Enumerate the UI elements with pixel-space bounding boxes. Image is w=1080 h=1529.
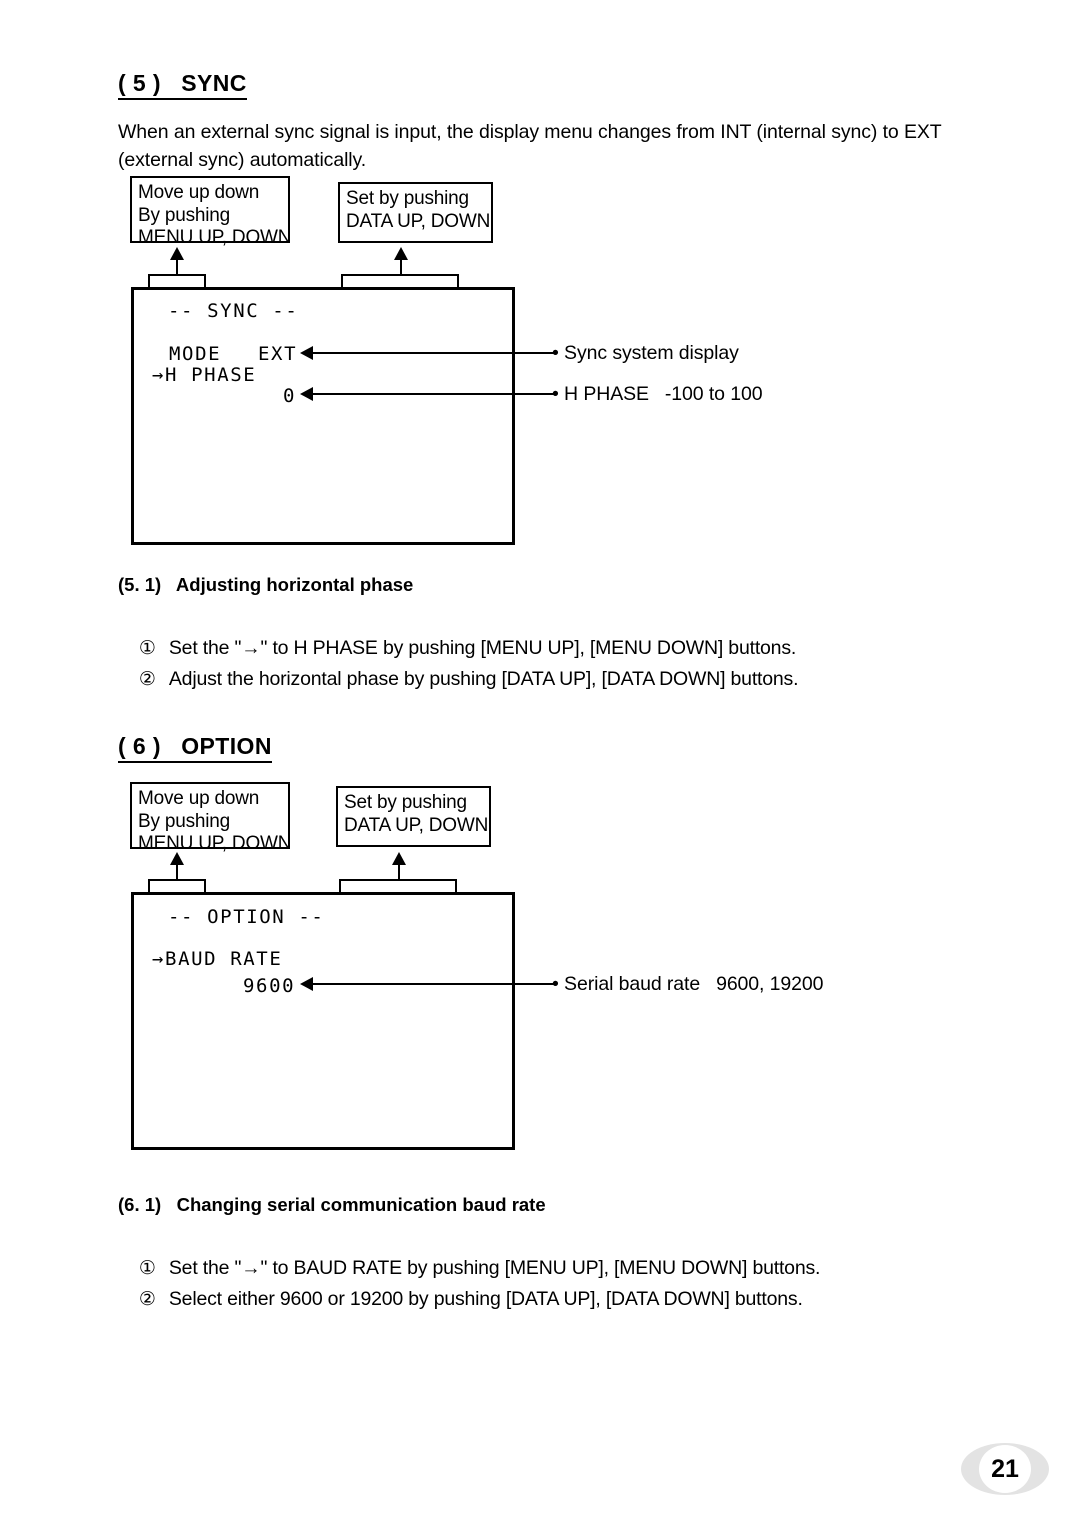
step-text: Adjust the horizontal phase by pushing [… [168,668,799,690]
annotation-sync-system-display: • Sync system display [552,342,739,364]
annotation-serial-baud-rate: • Serial baud rate 9600, 19200 [552,973,824,995]
osd-baud-rate-value: 9600 [243,975,296,997]
osd-h-phase-value: 0 [283,385,297,407]
connector-line [148,274,206,277]
step-option-2: ② Select either 9600 or 19200 by pushing … [118,1265,803,1334]
sub-heading-adjusting-horizontal-phase: (5. 1) Adjusting horizontal phase [118,574,414,595]
step-sync-2: ② Adjust the horizontal phase by pushing … [118,645,799,714]
section-heading-option: ( 6 ) OPTION [118,735,272,763]
osd-title-sync: -- SYNC -- [168,300,299,322]
leader-line [312,352,554,355]
callout-menu-up-down-sync: Move up down By pushing MENU UP, DOWN [130,176,291,248]
step-number: ② [138,669,156,690]
osd-title-option: -- OPTION -- [168,906,325,928]
callout-data-up-down-sync: Set by pushing DATA UP, DOWN [338,182,493,243]
leader-line [312,393,554,396]
step-text: Select either 9600 or 19200 by pushing [… [168,1288,803,1310]
osd-display-sync [131,287,515,545]
osd-mode-value: EXT [258,343,298,365]
annotation-h-phase-range: • H PHASE -100 to 100 [552,383,763,405]
callout-data-up-down-option: Set by pushing DATA UP, DOWN [336,786,491,847]
connector-line [339,879,457,882]
osd-h-phase-label: →H PHASE [152,364,257,386]
document-page: ( 5 ) SYNC When an external sync signal … [0,0,1080,1529]
sync-intro-paragraph: When an external sync signal is input, t… [118,121,942,172]
osd-display-option [131,892,515,1150]
page-number-badge: 21 [961,1443,1049,1495]
step-number: ② [138,1289,156,1310]
callout-menu-up-down-option: Move up down By pushing MENU UP, DOWN [130,782,291,854]
osd-mode-label: MODE [169,343,222,365]
osd-baud-rate-label: →BAUD RATE [152,948,283,970]
section-heading-sync: ( 5 ) SYNC [118,72,247,100]
connector-line [341,274,459,277]
leader-line [312,983,554,986]
sub-heading-changing-baud-rate: (6. 1) Changing serial communication bau… [118,1194,546,1215]
connector-line [148,879,206,882]
page-number: 21 [979,1445,1031,1493]
